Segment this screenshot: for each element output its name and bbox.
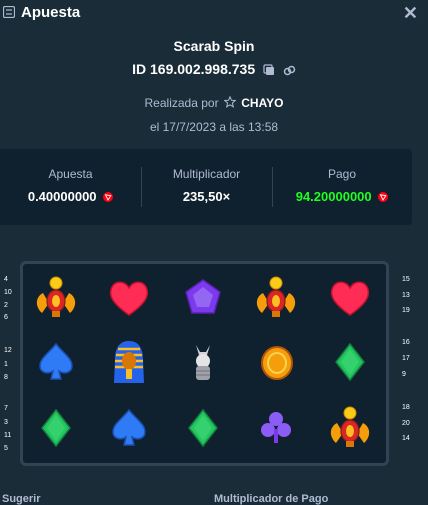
bet-id: ID 169.002.998.735 xyxy=(132,61,256,77)
diamond-symbol-icon xyxy=(320,332,380,392)
tron-coin-icon xyxy=(103,192,114,202)
payline-number: 19 xyxy=(402,307,410,314)
club-symbol-icon xyxy=(246,398,306,458)
coin-symbol-icon xyxy=(246,332,306,392)
payline-number: 15 xyxy=(402,276,410,283)
bet-label: Apuesta xyxy=(48,167,93,181)
pharaoh-symbol-icon xyxy=(99,332,159,392)
anubis-symbol-icon xyxy=(173,332,233,392)
star-icon xyxy=(223,95,237,108)
payline-number: 17 xyxy=(402,355,410,362)
payline-number: 9 xyxy=(402,371,406,378)
payline-number: 5 xyxy=(4,445,8,452)
username[interactable]: CHAYO xyxy=(241,96,283,110)
heart-symbol-icon xyxy=(320,268,380,328)
bet-slip-icon xyxy=(3,6,15,18)
payline-number: 2 xyxy=(4,302,8,309)
diamond-symbol-icon xyxy=(26,398,86,458)
payline-number: 11 xyxy=(4,432,12,439)
payout-label: Pago xyxy=(327,167,357,181)
footer-left-label: Sugerir xyxy=(2,493,41,505)
multiplier-label: Multiplicador xyxy=(172,167,241,181)
payline-number: 16 xyxy=(402,339,410,346)
payline-number: 18 xyxy=(402,404,410,411)
diamond-symbol-icon xyxy=(173,398,233,458)
footer-right-label: Multiplicador de Pago xyxy=(214,493,329,505)
payline-number: 8 xyxy=(4,374,8,381)
modal-title: Apuesta xyxy=(21,4,81,21)
payline-number: 1 xyxy=(4,361,8,368)
payline-number: 14 xyxy=(402,435,410,442)
payout-value-row: 94.20000000 xyxy=(272,189,412,204)
payline-number: 7 xyxy=(4,405,8,412)
multiplier-value: 235,50× xyxy=(182,189,231,204)
placed-by-row: Realizada por CHAYO xyxy=(0,95,428,110)
link-icon[interactable] xyxy=(283,64,296,77)
bet-date: el 17/7/2023 a las 13:58 xyxy=(149,120,279,134)
scarab-symbol-icon xyxy=(26,268,86,328)
game-name[interactable]: Scarab Spin xyxy=(0,38,428,54)
payline-number: 6 xyxy=(4,314,8,321)
bet-stats-panel: Apuesta 0.40000000 Multiplicador 235,50×… xyxy=(0,149,412,225)
reels-grid xyxy=(20,261,389,466)
payline-number: 3 xyxy=(4,419,8,426)
payline-number: 13 xyxy=(402,292,410,299)
payline-number: 10 xyxy=(4,289,12,296)
placed-by-label: Realizada por xyxy=(144,96,219,110)
pentagon-gem-symbol-icon xyxy=(173,268,233,328)
payline-number: 20 xyxy=(402,420,410,427)
stat-multiplier: Multiplicador 235,50× xyxy=(141,149,272,225)
scarab-symbol-icon xyxy=(320,398,380,458)
payline-number: 4 xyxy=(4,276,8,283)
spade-symbol-icon xyxy=(26,332,86,392)
close-icon[interactable]: ✕ xyxy=(403,3,418,24)
modal-header: Apuesta ✕ xyxy=(0,0,428,26)
payline-number: 12 xyxy=(4,347,12,354)
bet-value-row: 0.40000000 xyxy=(0,189,141,204)
copy-icon[interactable] xyxy=(263,64,275,76)
heart-symbol-icon xyxy=(99,268,159,328)
spade-symbol-icon xyxy=(99,398,159,458)
bet-id-row: ID 169.002.998.735 xyxy=(0,61,428,77)
payout-amount: 94.20000000 xyxy=(295,189,372,204)
stat-payout: Pago 94.20000000 xyxy=(272,149,412,225)
bet-amount: 0.40000000 xyxy=(27,189,97,204)
tron-coin-icon xyxy=(378,192,389,202)
stat-bet: Apuesta 0.40000000 xyxy=(0,149,141,225)
scarab-symbol-icon xyxy=(246,268,306,328)
